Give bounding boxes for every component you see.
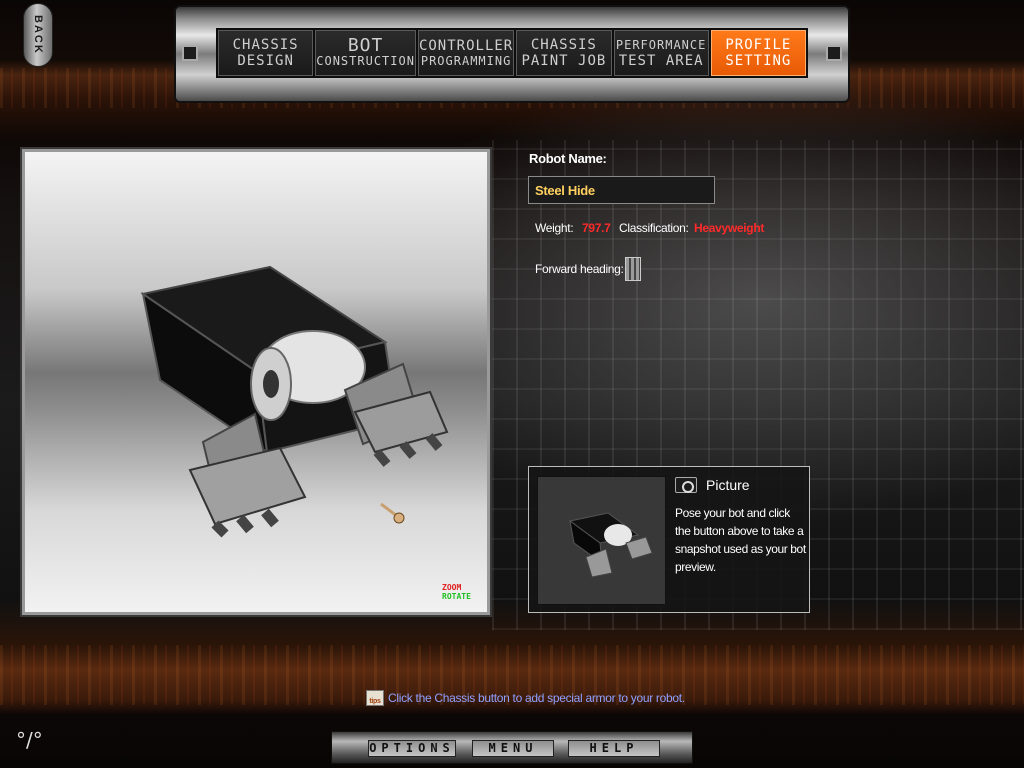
picture-title: Picture (706, 477, 750, 493)
tab-bot-construction[interactable]: BOT CONSTRUCTION (315, 30, 416, 76)
menu-button[interactable]: MENU (472, 740, 554, 757)
status-glyph: °/° (16, 728, 43, 752)
hint-bar: tips Click the Chassis button to add spe… (366, 690, 685, 706)
back-button[interactable]: BACK (23, 3, 53, 67)
robot-model (140, 265, 449, 538)
help-button[interactable]: HELP (568, 740, 660, 757)
tab-line1: CHASSIS (530, 37, 597, 53)
tab-performance-test-area[interactable]: PERFORMANCE TEST AREA (613, 30, 709, 76)
bot-preview-thumbnail (537, 476, 666, 605)
forward-heading-label: Forward heading: (535, 262, 624, 276)
robot-name-field[interactable]: Steel Hide (528, 176, 715, 204)
tab-line2: DESIGN (237, 53, 294, 69)
weight-label: Weight: (535, 221, 574, 235)
options-button[interactable]: OPTIONS (368, 740, 456, 757)
tab-controller-programming[interactable]: CONTROLLER PROGRAMMING (417, 30, 515, 76)
picture-panel: Picture Pose your bot and click the butt… (528, 466, 810, 613)
weight-value: 797.7 (582, 221, 611, 235)
robot-name-label: Robot Name: (529, 151, 607, 166)
tab-chassis-paint-job[interactable]: CHASSIS PAINT JOB (516, 30, 612, 76)
zoom-rotate-legend: ZOOM ROTATE (442, 583, 471, 601)
forward-heading-dial[interactable] (625, 257, 641, 281)
tab-line2: SETTING (725, 53, 792, 69)
classification-label: Classification: (619, 221, 689, 235)
tab-chassis-design[interactable]: CHASSIS DESIGN (218, 30, 314, 76)
robot-3d-viewport[interactable] (20, 147, 492, 617)
tab-line1: CHASSIS (232, 37, 299, 53)
tab-line2: PROGRAMMING (420, 53, 512, 68)
preview-robot-image (568, 512, 653, 578)
camera-icon[interactable] (675, 477, 697, 493)
tab-line1: PROFILE (725, 37, 792, 53)
main-nav: CHASSIS DESIGN BOT CONSTRUCTION CONTROLLER… (216, 28, 808, 78)
back-label: BACK (32, 15, 44, 55)
tab-line1: CONTROLLER (418, 37, 514, 54)
tab-line1: BOT (347, 34, 384, 56)
tips-icon: tips (366, 690, 384, 706)
bottom-menu-bar: OPTIONS MENU HELP (331, 731, 693, 764)
classification-value: Heavyweight (694, 221, 765, 235)
hint-text: Click the Chassis button to add special … (388, 691, 685, 705)
tab-line1: PERFORMANCE (615, 38, 707, 52)
tab-line2: CONSTRUCTION (316, 53, 415, 68)
picture-description: Pose your bot and click the button above… (675, 506, 806, 574)
tab-line2: TEST AREA (618, 53, 704, 69)
frame-bolt (182, 45, 198, 61)
zoom-label: ZOOM (442, 583, 462, 592)
tips-icon-text: tips (369, 698, 381, 705)
rotate-label: ROTATE (442, 592, 471, 601)
tab-line2: PAINT JOB (521, 53, 607, 69)
frame-bolt (826, 45, 842, 61)
tab-profile-setting[interactable]: PROFILE SETTING (710, 30, 806, 76)
